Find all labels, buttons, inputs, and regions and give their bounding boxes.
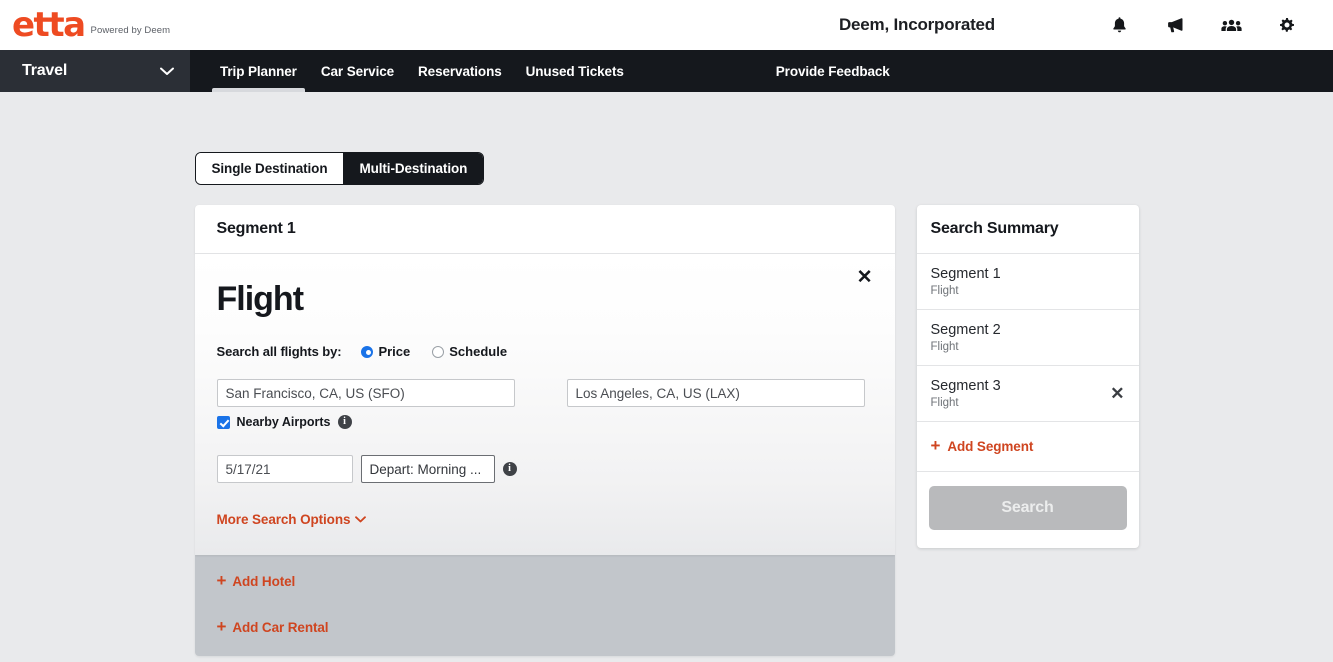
main-navigation-bar: Travel Trip Planner Car Service Reservat… <box>0 50 1333 92</box>
summary-segment-3[interactable]: Segment 3 Flight ✕ <box>916 366 1139 422</box>
provide-feedback-link[interactable]: Provide Feedback <box>776 50 890 92</box>
search-button[interactable]: Search <box>928 486 1127 530</box>
etta-logo-text: etta <box>12 5 86 45</box>
summary-segment-1[interactable]: Segment 1 Flight <box>916 254 1139 310</box>
flight-panel-title: Flight <box>216 280 305 318</box>
add-car-rental-link[interactable]: + Add Car Rental <box>216 617 873 636</box>
plus-icon: + <box>216 571 227 590</box>
add-hotel-link[interactable]: + Add Hotel <box>216 571 873 590</box>
tab-single-destination[interactable]: Single Destination <box>195 153 344 184</box>
content-container: Single Destination Multi-Destination Seg… <box>194 152 1139 656</box>
summary-segment-2-type: Flight <box>930 341 959 353</box>
add-segment-link[interactable]: + Add Segment <box>916 422 1139 472</box>
nearby-airports-row: Nearby Airports i <box>216 415 873 429</box>
close-icon[interactable]: ✕ <box>857 268 873 287</box>
time-info-icon[interactable]: i <box>502 462 517 476</box>
summary-segment-2-text: Segment 2 Flight <box>931 322 1125 353</box>
add-segment-label: Add Segment <box>947 439 1034 454</box>
destination-input[interactable] <box>566 379 865 407</box>
search-by-label: Search all flights by: <box>216 344 342 359</box>
provide-feedback-label: Provide Feedback <box>775 63 890 79</box>
summary-segment-1-type: Flight <box>930 285 959 297</box>
bell-icon[interactable] <box>1091 0 1147 50</box>
tab-multi-destination[interactable]: Multi-Destination <box>343 153 484 184</box>
radio-option-price[interactable]: Price <box>361 344 410 359</box>
segment-card-header: Segment 1 <box>194 205 895 254</box>
nav-item-unused-tickets-label: Unused Tickets <box>525 63 624 79</box>
summary-segment-1-name: Segment 1 <box>930 266 1001 282</box>
airport-fields-row <box>216 379 873 407</box>
radio-schedule-indicator[interactable] <box>432 345 445 358</box>
people-icon[interactable] <box>1203 0 1259 50</box>
search-by-row: Search all flights by: Price Schedule <box>217 344 873 359</box>
flight-search-panel: ✕ Flight Search all flights by: Price Sc… <box>194 254 895 555</box>
top-header-bar: etta Powered by Deem Deem, Incorporated <box>0 0 1333 50</box>
add-hotel-label: Add Hotel <box>232 574 296 589</box>
summary-segment-3-text: Segment 3 Flight <box>931 378 1103 409</box>
page-body: Single Destination Multi-Destination Seg… <box>0 92 1333 662</box>
nav-item-car-service-label: Car Service <box>320 63 395 79</box>
depart-date-input[interactable] <box>216 455 353 483</box>
plus-icon: + <box>930 436 941 455</box>
search-summary-title: Search Summary <box>916 205 1139 254</box>
info-icon[interactable]: i <box>337 415 352 429</box>
nav-item-car-service[interactable]: Car Service <box>309 50 406 92</box>
nav-item-trip-planner-label: Trip Planner <box>220 63 297 79</box>
travel-dropdown-label: Travel <box>22 62 68 79</box>
radio-schedule-label: Schedule <box>449 344 508 359</box>
organization-name: Deem, Incorporated <box>838 15 995 34</box>
nav-item-unused-tickets[interactable]: Unused Tickets <box>514 50 636 92</box>
nav-links-group: Trip Planner Car Service Reservations Un… <box>190 50 636 92</box>
chevron-down-icon <box>355 516 367 523</box>
radio-option-schedule[interactable]: Schedule <box>432 344 507 359</box>
gear-icon[interactable] <box>1259 0 1315 50</box>
more-search-options-label: More Search Options <box>216 512 351 527</box>
date-time-row: Depart: Morning ... i <box>216 455 873 483</box>
summary-segment-3-type: Flight <box>930 397 959 409</box>
add-car-rental-label: Add Car Rental <box>232 620 329 635</box>
summary-segment-3-name: Segment 3 <box>930 378 1001 394</box>
nearby-airports-label: Nearby Airports <box>236 415 331 429</box>
origin-input[interactable] <box>216 379 515 407</box>
travel-dropdown[interactable]: Travel <box>0 50 190 92</box>
logo-tagline: Powered by Deem <box>90 25 171 36</box>
summary-segment-1-text: Segment 1 Flight <box>931 266 1125 297</box>
nav-item-reservations[interactable]: Reservations <box>406 50 514 92</box>
nav-item-trip-planner[interactable]: Trip Planner <box>208 50 309 92</box>
destination-mode-tabs: Single Destination Multi-Destination <box>194 152 485 185</box>
main-row: Segment 1 ✕ Flight Search all flights by… <box>194 205 1139 656</box>
add-services-section: + Add Hotel + Add Car Rental <box>194 555 895 656</box>
depart-time-select[interactable]: Depart: Morning ... <box>360 455 495 483</box>
header-right-group: Deem, Incorporated <box>839 0 1315 50</box>
summary-segment-2-name: Segment 2 <box>930 322 1001 338</box>
search-button-wrap: Search <box>917 472 1139 548</box>
nav-item-reservations-label: Reservations <box>418 63 502 79</box>
search-summary-panel: Search Summary Segment 1 Flight Segment … <box>916 205 1139 548</box>
summary-segment-2[interactable]: Segment 2 Flight <box>916 310 1139 366</box>
remove-segment-3-icon[interactable]: ✕ <box>1102 385 1124 402</box>
nearby-airports-checkbox[interactable] <box>216 415 230 429</box>
more-search-options-toggle[interactable]: More Search Options <box>217 512 367 527</box>
segment-editor-column: Segment 1 ✕ Flight Search all flights by… <box>194 205 895 656</box>
chevron-down-icon <box>160 67 174 75</box>
segment-card: Segment 1 <box>194 205 895 254</box>
plus-icon: + <box>216 617 227 636</box>
megaphone-icon[interactable] <box>1147 0 1203 50</box>
radio-price-label: Price <box>378 344 411 359</box>
radio-price-indicator[interactable] <box>361 345 374 358</box>
brand-logo[interactable]: etta Powered by Deem <box>10 5 171 45</box>
